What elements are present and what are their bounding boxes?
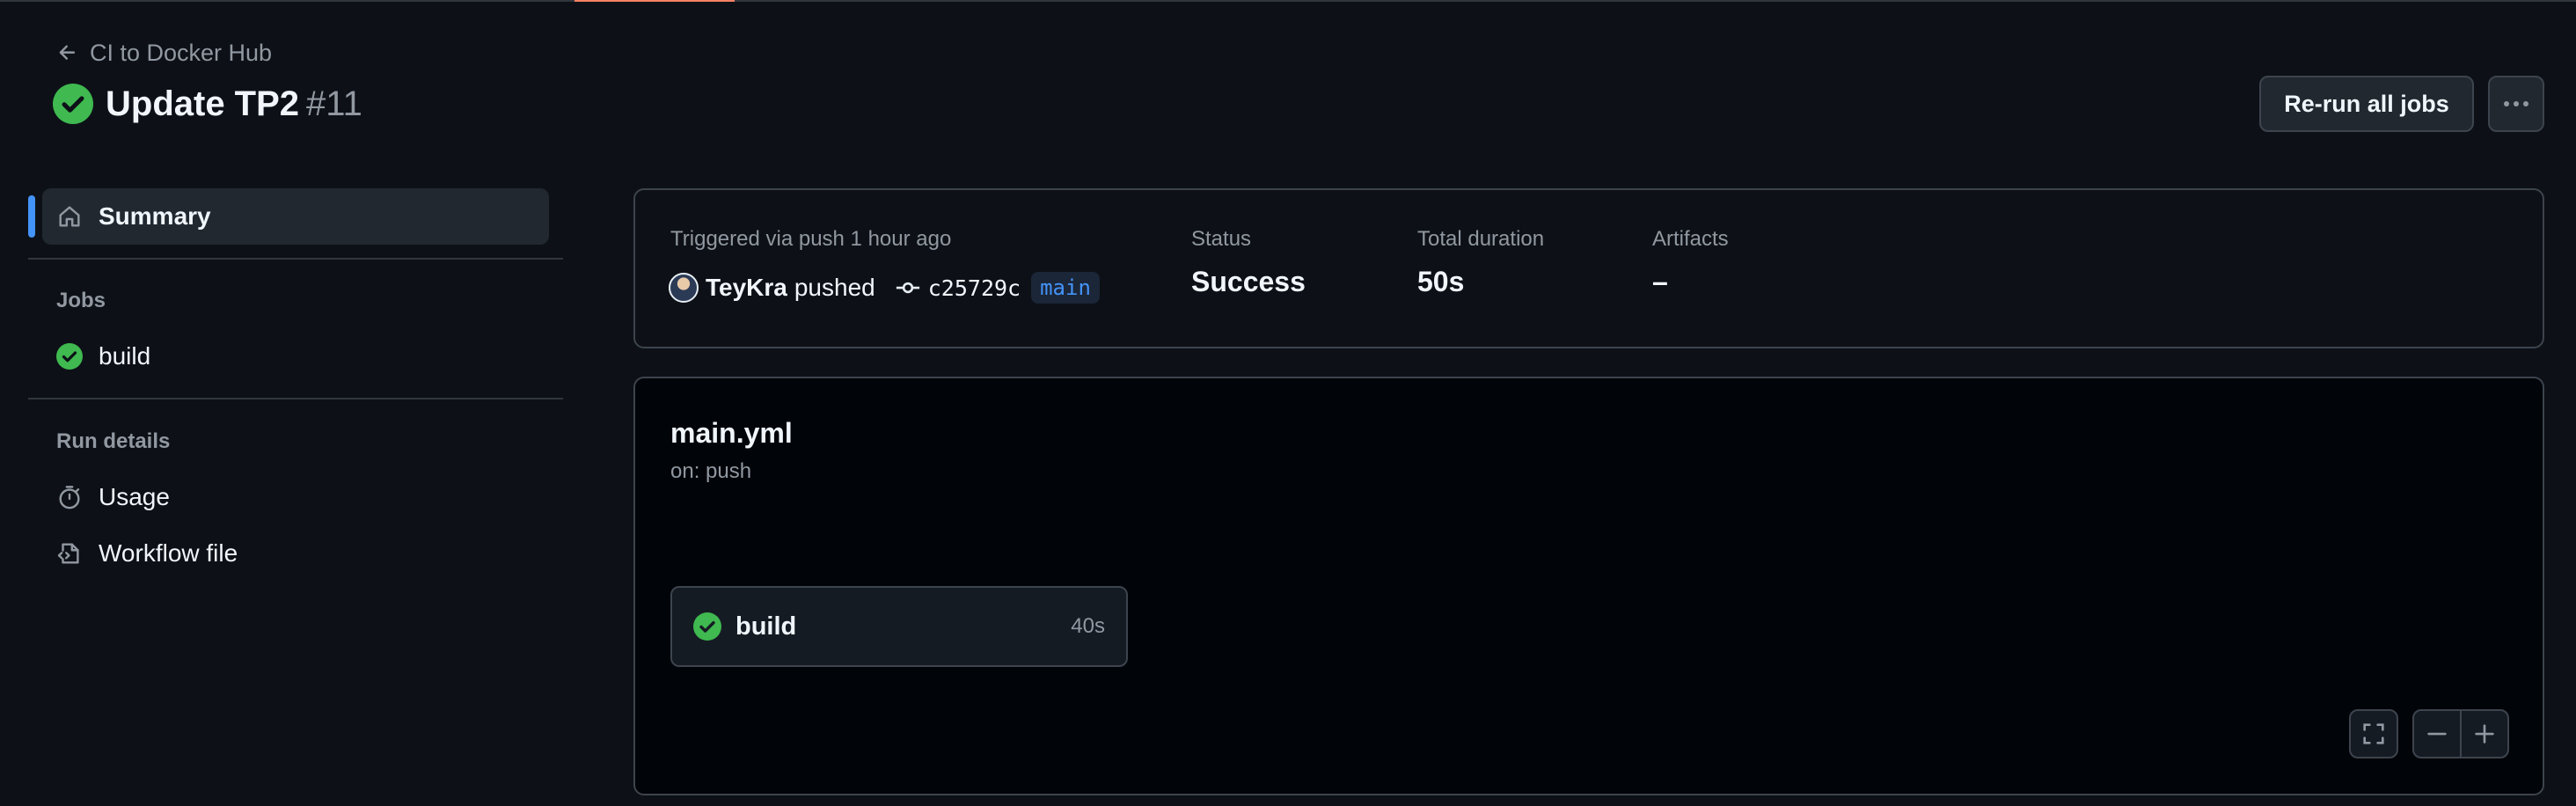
git-commit-icon xyxy=(896,282,919,294)
zoom-out-button[interactable] xyxy=(2412,709,2462,758)
top-border xyxy=(0,0,2576,2)
sidebar-item-label: Workflow file xyxy=(99,539,238,567)
check-circle-icon xyxy=(56,343,83,370)
home-icon xyxy=(59,206,80,227)
check-circle-icon xyxy=(53,84,93,124)
arrow-left-icon xyxy=(59,45,76,60)
sidebar-item-usage[interactable]: Usage xyxy=(56,479,170,516)
more-actions-button[interactable] xyxy=(2488,76,2544,132)
sidebar-item-workflow-file[interactable]: Workflow file xyxy=(56,535,238,572)
rerun-all-jobs-button[interactable]: Re-run all jobs xyxy=(2259,76,2474,132)
sidebar-item-label: Summary xyxy=(99,202,211,230)
job-name: build xyxy=(735,612,797,641)
commit-sha-link[interactable]: c25729c xyxy=(928,275,1021,301)
jobs-heading: Jobs xyxy=(56,289,106,312)
page-title: Update TP2 #11 xyxy=(53,77,362,130)
run-details-heading: Run details xyxy=(56,429,171,453)
check-circle-icon xyxy=(693,612,721,641)
job-node-build[interactable]: build 40s xyxy=(670,586,1128,667)
status-value: Success xyxy=(1191,266,1306,297)
run-title: Update TP2 xyxy=(106,84,300,123)
branch-badge[interactable]: main xyxy=(1031,272,1100,304)
actor-name[interactable]: TeyKra xyxy=(706,274,787,302)
workflow-file-name[interactable]: main.yml xyxy=(670,417,793,450)
avatar[interactable] xyxy=(669,273,699,303)
minus-icon xyxy=(2427,732,2447,736)
sidebar-item-summary[interactable]: Summary xyxy=(42,188,549,245)
stopwatch-icon xyxy=(59,486,80,509)
trigger-label: Triggered via push 1 hour ago xyxy=(670,227,952,251)
active-indicator xyxy=(28,195,35,238)
divider xyxy=(28,258,563,260)
status-label: Status xyxy=(1191,227,1252,251)
file-code-icon xyxy=(57,543,79,564)
duration-value: 50s xyxy=(1417,266,1465,297)
divider xyxy=(28,398,563,399)
back-to-workflow-link[interactable]: CI to Docker Hub xyxy=(56,35,272,70)
job-duration: 40s xyxy=(1071,614,1105,638)
artifacts-value: – xyxy=(1652,266,1668,297)
sidebar-item-build[interactable]: build xyxy=(56,338,150,375)
run-summary-card xyxy=(633,188,2544,348)
back-link-label[interactable]: CI to Docker Hub xyxy=(90,40,272,67)
fullscreen-icon xyxy=(2363,723,2384,744)
duration-label: Total duration xyxy=(1417,227,1545,251)
trigger-details: TeyKra pushed c25729c main xyxy=(669,269,1100,306)
trigger-action: pushed xyxy=(794,274,875,301)
plus-icon xyxy=(2475,724,2494,744)
zoom-in-button[interactable] xyxy=(2460,709,2509,758)
sidebar-item-label: Usage xyxy=(99,483,170,510)
artifacts-label: Artifacts xyxy=(1652,227,1729,251)
sidebar-item-label: build xyxy=(99,342,151,370)
kebab-horizontal-icon xyxy=(2504,101,2528,106)
fullscreen-button[interactable] xyxy=(2349,709,2398,758)
active-tab-underline xyxy=(574,0,735,2)
workflow-trigger: on: push xyxy=(670,459,752,483)
run-number: #11 xyxy=(306,84,362,123)
